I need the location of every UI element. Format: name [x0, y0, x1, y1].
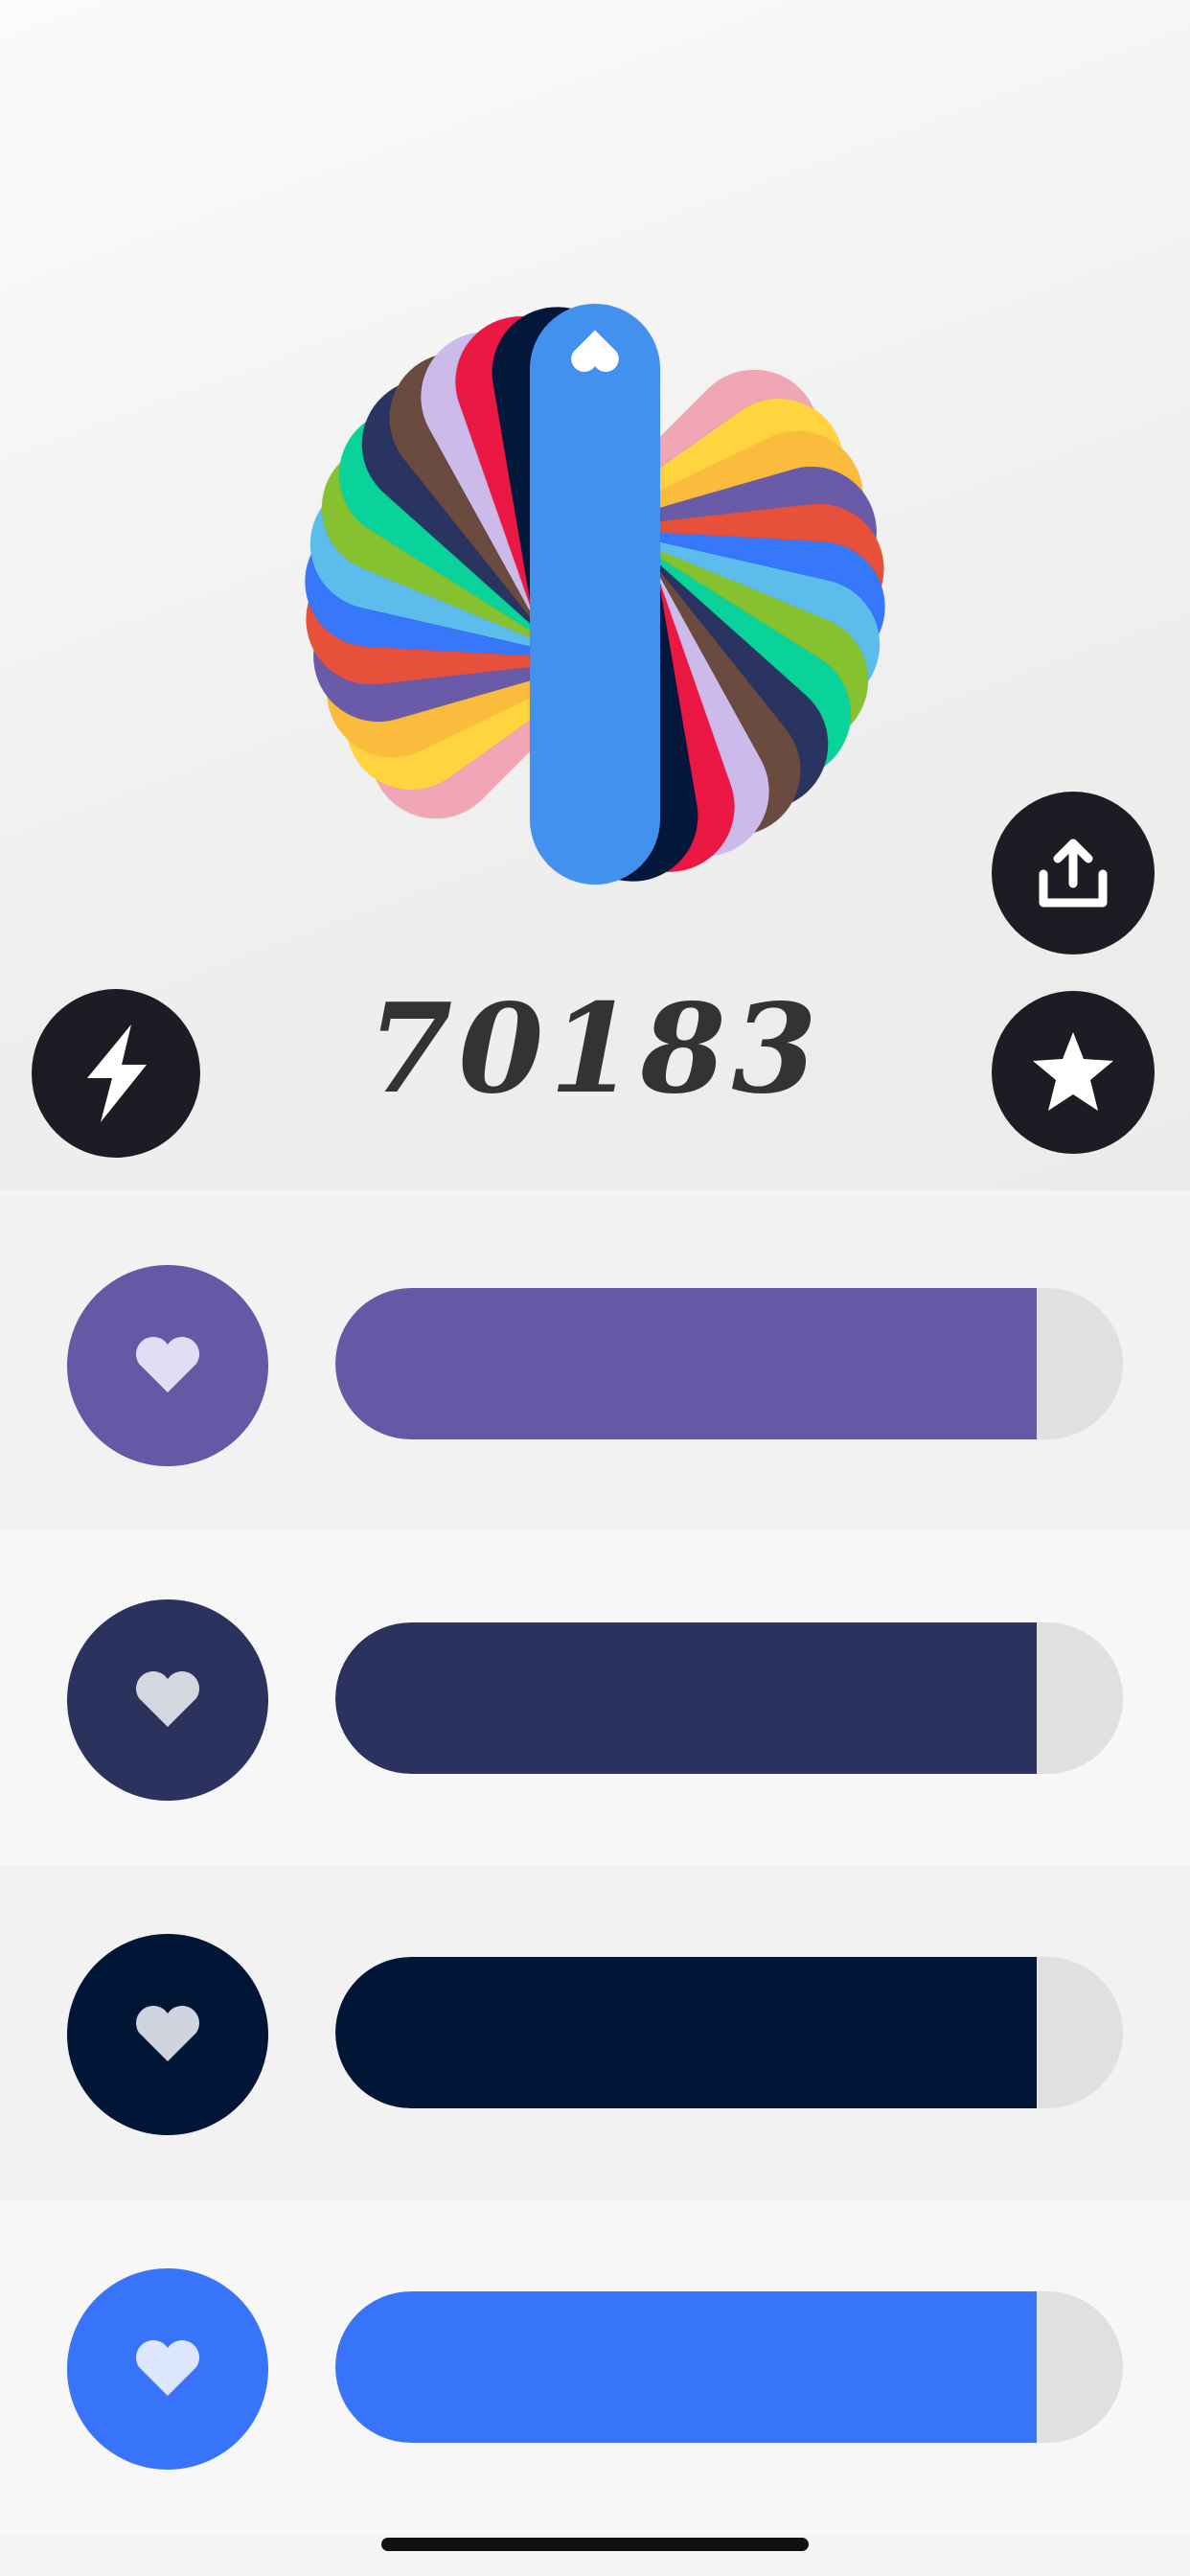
lightning-icon — [78, 1021, 154, 1126]
progress-fill — [335, 1288, 1037, 1439]
score-display: 70183 — [367, 978, 823, 1121]
heart-icon — [129, 1325, 206, 1406]
row-color-swatch[interactable] — [67, 2268, 268, 2470]
progress-track — [335, 1288, 1123, 1439]
progress-fill — [335, 2291, 1037, 2443]
row-color-swatch[interactable] — [67, 1934, 268, 2135]
progress-track — [335, 1957, 1123, 2108]
home-indicator[interactable] — [381, 2538, 809, 2551]
share-icon — [1030, 830, 1116, 916]
progress-track — [335, 2291, 1123, 2443]
row-color-swatch[interactable] — [67, 1599, 268, 1801]
color-row[interactable] — [0, 1196, 1190, 1530]
progress-fill — [335, 1957, 1037, 2108]
color-row[interactable] — [0, 1530, 1190, 1865]
color-row[interactable] — [0, 2199, 1190, 2534]
heart-icon — [129, 2329, 206, 2409]
heart-icon — [129, 1660, 206, 1740]
row-color-swatch[interactable] — [67, 1265, 268, 1466]
share-button[interactable] — [992, 792, 1155, 954]
progress-fill — [335, 1622, 1037, 1774]
color-row[interactable] — [0, 1865, 1190, 2199]
favorite-button[interactable] — [992, 991, 1155, 1154]
fan-petal[interactable] — [530, 304, 660, 885]
star-icon — [1027, 1026, 1119, 1118]
progress-track — [335, 1622, 1123, 1774]
heart-icon — [129, 1994, 206, 2075]
boost-button[interactable] — [32, 989, 200, 1158]
heart-icon — [566, 323, 624, 380]
